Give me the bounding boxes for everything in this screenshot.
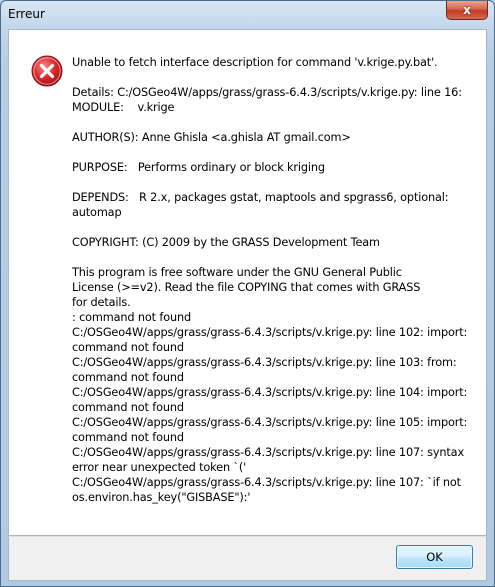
message-line: command not found: [72, 431, 184, 444]
message-line: error near unexpected token `(': [72, 461, 247, 474]
close-icon: x: [463, 3, 471, 17]
message-line: COPYRIGHT: (C) 2009 by the GRASS Develop…: [72, 236, 380, 249]
message-line: : command not found: [72, 311, 191, 324]
message-line: License (>=v2). Read the file COPYING th…: [72, 281, 421, 294]
message-line: [72, 115, 472, 130]
message-line: DEPENDS: R 2.x, packages gstat, maptools…: [72, 191, 449, 204]
message-line: [72, 220, 472, 235]
message-line: command not found: [72, 371, 184, 384]
button-bar: OK: [8, 536, 487, 581]
close-button[interactable]: x: [446, 1, 488, 20]
window-title: Erreur: [8, 7, 45, 21]
message-line: [72, 175, 472, 190]
message-line: AUTHOR(S): Anne Ghisla <a.ghisla AT gmai…: [72, 131, 351, 144]
error-dialog-window: Erreur x Unable to fetch interface descr…: [0, 0, 495, 587]
error-message: Unable to fetch interface description fo…: [72, 55, 472, 505]
message-line: C:/OSGeo4W/apps/grass/grass-6.4.3/script…: [72, 446, 464, 459]
message-line: Details: C:/OSGeo4W/apps/grass/grass-6.4…: [72, 86, 462, 99]
title-bar[interactable]: Erreur x: [1, 1, 494, 29]
ok-button[interactable]: OK: [396, 545, 473, 569]
message-line: C:/OSGeo4W/apps/grass/grass-6.4.3/script…: [72, 386, 468, 399]
message-line: automap: [72, 206, 122, 219]
message-line: [72, 145, 472, 160]
message-line: C:/OSGeo4W/apps/grass/grass-6.4.3/script…: [72, 476, 461, 489]
message-line: This program is free software under the …: [72, 266, 402, 279]
message-line: MODULE: v.krige: [72, 101, 175, 114]
message-line: C:/OSGeo4W/apps/grass/grass-6.4.3/script…: [72, 326, 468, 339]
message-line: [72, 250, 472, 265]
message-line: PURPOSE: Performs ordinary or block krig…: [72, 161, 325, 174]
message-line: command not found: [72, 341, 184, 354]
message-line: command not found: [72, 401, 184, 414]
message-line: C:/OSGeo4W/apps/grass/grass-6.4.3/script…: [72, 416, 468, 429]
message-line: [72, 70, 472, 85]
error-icon: [31, 55, 63, 87]
message-line: for details.: [72, 296, 131, 309]
message-area: Unable to fetch interface description fo…: [8, 29, 487, 536]
message-line: C:/OSGeo4W/apps/grass/grass-6.4.3/script…: [72, 356, 457, 369]
message-line: os.environ.has_key("GISBASE"):': [72, 491, 251, 504]
message-line: Unable to fetch interface description fo…: [72, 56, 438, 69]
